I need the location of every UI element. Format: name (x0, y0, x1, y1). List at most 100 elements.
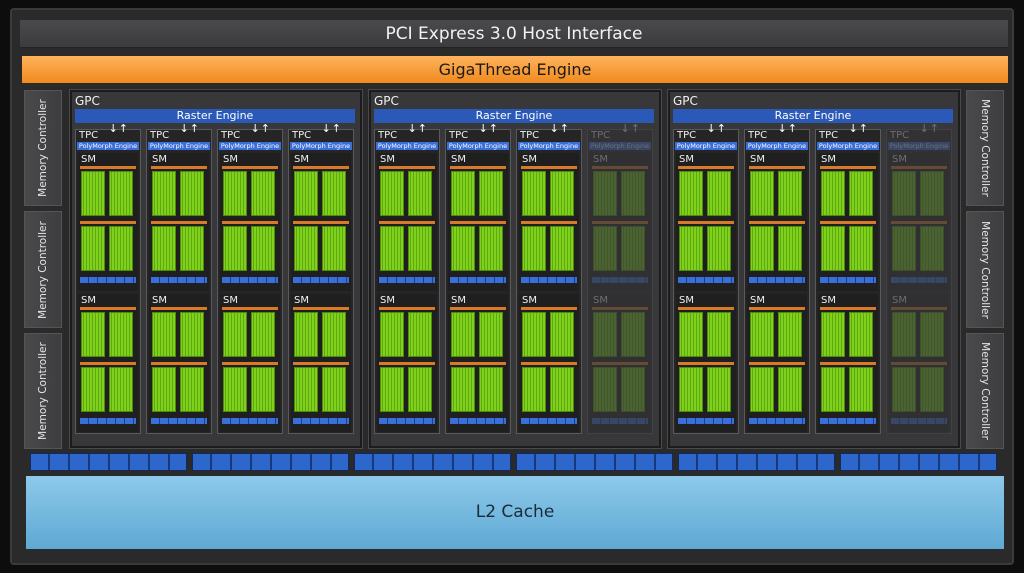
tpc-label: TPC (150, 130, 170, 141)
cuda-core-array (621, 226, 645, 271)
sm-texture-units (678, 418, 734, 424)
cuda-core-array (593, 171, 617, 216)
gpc-label: GPC (75, 94, 100, 108)
sm-orange-strip (450, 221, 506, 224)
streaming-multiprocessor: SM (377, 294, 437, 432)
streaming-multiprocessor: SM (676, 294, 736, 432)
raster-engine: Raster Engine (673, 109, 953, 123)
cuda-core-group (593, 226, 647, 271)
tpc-label: TPC (520, 130, 540, 141)
sm-orange-strip (222, 221, 278, 224)
cuda-core-group (380, 226, 434, 271)
cuda-core-array (550, 367, 574, 412)
memory-controller-label: Memory Controller (37, 342, 49, 440)
streaming-multiprocessor: SM (590, 294, 650, 432)
sm-orange-strip (592, 221, 648, 224)
memory-controller-label: Memory Controller (979, 220, 991, 319)
cuda-core-array (180, 367, 204, 412)
cuda-core-group (81, 171, 135, 216)
cuda-core-array (707, 171, 731, 216)
cuda-core-array (550, 226, 574, 271)
memory-controller-right-1: Memory Controller (966, 90, 1004, 206)
updown-arrows-icon: ↓↑ (620, 122, 641, 135)
sm-label: SM (750, 295, 765, 306)
cuda-core-array (251, 312, 275, 357)
streaming-multiprocessor: SM (519, 153, 579, 291)
cuda-core-array (849, 226, 873, 271)
updown-arrows-icon: ↓↑ (919, 122, 940, 135)
cuda-core-group (679, 171, 733, 216)
cuda-core-array (223, 367, 247, 412)
gpc-label: GPC (374, 94, 399, 108)
gigathread-engine: GigaThread Engine (22, 56, 1008, 83)
cuda-core-group (152, 171, 206, 216)
cuda-core-array (152, 367, 176, 412)
sm-label: SM (223, 295, 238, 306)
cuda-core-group (522, 226, 576, 271)
cuda-core-array (180, 312, 204, 357)
polymorph-engine: PolyMorph Engine (376, 142, 438, 150)
cuda-core-array (920, 226, 944, 271)
streaming-multiprocessor: SM (377, 153, 437, 291)
sm-texture-units (592, 418, 648, 424)
tpc-label: TPC (819, 130, 839, 141)
sm-texture-units (521, 277, 577, 283)
cuda-core-array (451, 312, 475, 357)
cuda-core-array (892, 312, 916, 357)
cuda-core-group (294, 171, 348, 216)
cuda-core-array (294, 367, 318, 412)
cuda-core-group (892, 367, 946, 412)
cuda-core-array (479, 171, 503, 216)
cuda-core-group (821, 312, 875, 357)
cuda-core-array (408, 226, 432, 271)
cuda-core-group (294, 312, 348, 357)
sm-label: SM (522, 154, 537, 165)
cuda-core-array (892, 367, 916, 412)
streaming-multiprocessor: SM (747, 153, 807, 291)
updown-arrows-icon: ↓↑ (179, 122, 200, 135)
sm-texture-units (678, 277, 734, 283)
cuda-core-array (593, 367, 617, 412)
streaming-multiprocessor: SM (220, 294, 280, 432)
cuda-core-array (750, 312, 774, 357)
updown-arrows-icon: ↓↑ (321, 122, 342, 135)
cuda-core-group (892, 171, 946, 216)
cuda-core-group (380, 171, 434, 216)
cuda-core-array (251, 171, 275, 216)
sm-orange-strip (293, 307, 349, 310)
raster-engine: Raster Engine (374, 109, 654, 123)
polymorph-engine: PolyMorph Engine (518, 142, 580, 150)
cuda-core-group (593, 312, 647, 357)
cuda-core-array (294, 312, 318, 357)
cuda-core-group (821, 367, 875, 412)
tpc: TPC ↓↑ PolyMorph Engine SM SM (673, 122, 739, 434)
cuda-core-array (322, 171, 346, 216)
sm-label: SM (294, 295, 309, 306)
polymorph-engine: PolyMorph Engine (148, 142, 210, 150)
cuda-core-array (109, 171, 133, 216)
cuda-core-array (778, 367, 802, 412)
cuda-core-array (821, 171, 845, 216)
cuda-core-array (380, 312, 404, 357)
cuda-core-array (451, 171, 475, 216)
memory-controller-left-1: Memory Controller (24, 90, 62, 206)
memory-controller-right-3: Memory Controller (966, 333, 1004, 449)
cuda-core-group (223, 171, 277, 216)
memory-controller-label: Memory Controller (37, 99, 49, 197)
streaming-multiprocessor: SM (448, 294, 508, 432)
sm-label: SM (593, 295, 608, 306)
streaming-multiprocessor: SM (149, 294, 209, 432)
sm-texture-units (891, 418, 947, 424)
sm-orange-strip (749, 307, 805, 310)
sm-orange-strip (820, 307, 876, 310)
cuda-core-array (920, 312, 944, 357)
polymorph-engine: PolyMorph Engine (675, 142, 737, 150)
sm-orange-strip (450, 362, 506, 365)
streaming-multiprocessor: SM (818, 294, 878, 432)
streaming-multiprocessor: SM (448, 153, 508, 291)
tpc: TPC ↓↑ PolyMorph Engine SM SM (146, 122, 212, 434)
cuda-core-array (892, 226, 916, 271)
sm-orange-strip (820, 221, 876, 224)
cuda-core-group (679, 367, 733, 412)
cuda-core-group (750, 171, 804, 216)
